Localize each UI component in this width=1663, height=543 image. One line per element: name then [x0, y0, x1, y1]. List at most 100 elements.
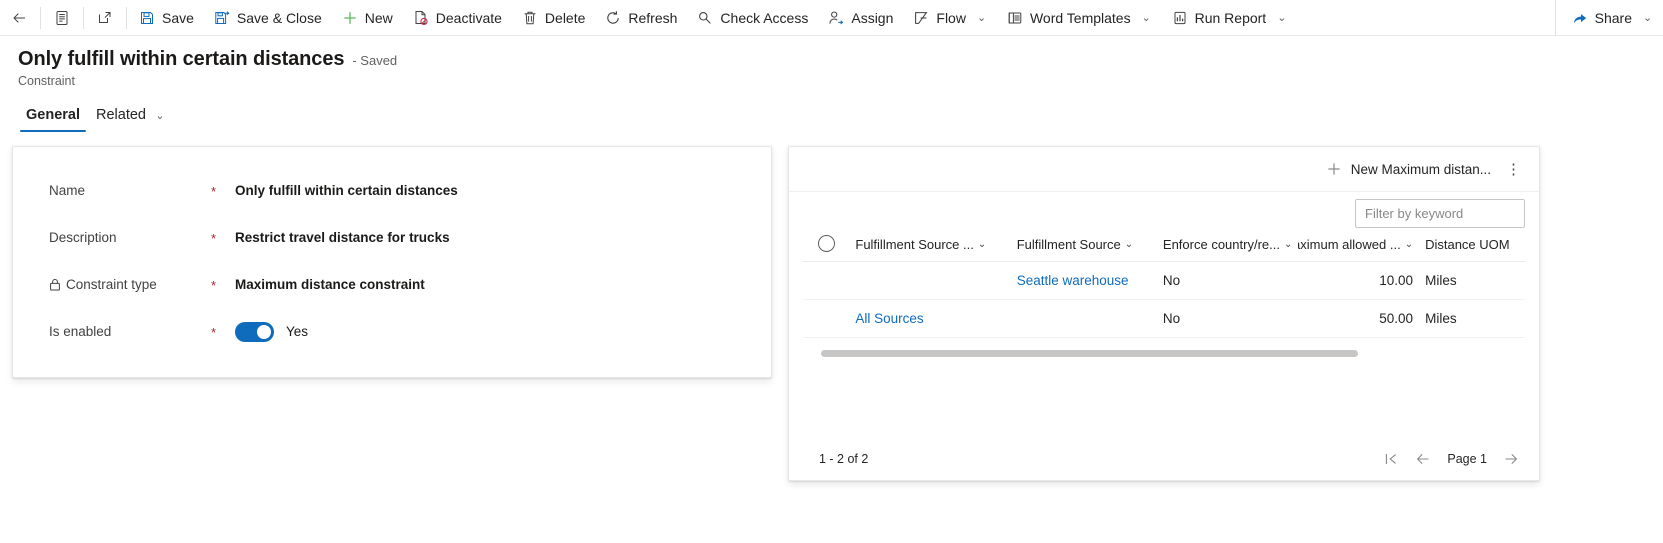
word-templates-button[interactable]: Word Templates ⌄	[997, 0, 1162, 36]
select-all-radio[interactable]	[817, 235, 835, 252]
chevron-down-icon[interactable]: ⌄	[1639, 11, 1653, 24]
column-header-label: Fulfillment Source ...	[855, 237, 974, 252]
filter-placeholder-text: Filter by keyword	[1365, 206, 1464, 221]
column-header-distance-uom[interactable]: Distance UOM	[1419, 235, 1525, 262]
fulfillment-source-link[interactable]: Seattle warehouse	[1017, 273, 1129, 288]
table-row[interactable]: Seattle warehouse No 10.00 Miles	[803, 261, 1525, 300]
form-tabs: General Related ⌄	[0, 100, 1663, 132]
save-close-icon	[214, 10, 230, 26]
subgrid-scroll-area: Fulfillment Source ... ⌄ Fulfillment Sou…	[789, 235, 1539, 438]
column-header-fulfillment-source-type[interactable]: Fulfillment Source ... ⌄	[849, 235, 1011, 262]
save-icon	[139, 10, 155, 26]
cell-enforce-country: No	[1156, 261, 1299, 300]
fulfillment-source-type-link[interactable]: All Sources	[855, 311, 923, 326]
record-title-row: Only fulfill within certain distances - …	[18, 48, 1663, 71]
command-divider-3	[126, 6, 127, 29]
required-indicator: *	[211, 231, 217, 246]
subgrid-table: Fulfillment Source ... ⌄ Fulfillment Sou…	[803, 235, 1525, 338]
subgrid-more-commands-button[interactable]: ⋮	[1499, 154, 1529, 184]
save-and-close-label: Save & Close	[236, 9, 322, 26]
row-select-cell[interactable]	[803, 261, 850, 300]
popout-button[interactable]	[86, 0, 124, 36]
field-value-description[interactable]: Restrict travel distance for trucks	[235, 230, 450, 245]
cell-enforce-country: No	[1156, 299, 1299, 338]
form-body: Name * Only fulfill within certain dista…	[0, 132, 1663, 481]
new-button[interactable]: New	[332, 0, 403, 36]
tab-related[interactable]: Related ⌄	[88, 107, 174, 132]
word-template-icon	[1007, 10, 1023, 26]
field-row-is-enabled: Is enabled * Yes	[13, 308, 771, 355]
subgrid-filter-row: Filter by keyword	[789, 191, 1539, 235]
command-divider-2	[83, 6, 84, 29]
form-selector-button[interactable]	[43, 0, 81, 36]
field-row-description: Description * Restrict travel distance f…	[13, 214, 771, 261]
required-indicator: *	[211, 325, 217, 340]
next-page-icon[interactable]	[1503, 451, 1519, 467]
toggle-knob	[257, 324, 271, 339]
chevron-down-icon[interactable]: ⌄	[1284, 239, 1292, 250]
column-header-label: Distance UOM	[1425, 237, 1510, 252]
deactivate-button[interactable]: Deactivate	[403, 0, 512, 36]
first-page-icon[interactable]	[1383, 451, 1399, 467]
back-button[interactable]	[0, 0, 38, 36]
table-row[interactable]: All Sources No 50.00 Miles	[803, 299, 1525, 338]
chevron-down-icon[interactable]: ⌄	[1405, 239, 1413, 250]
pagination-controls: Page 1	[1383, 451, 1519, 467]
tab-general[interactable]: General	[18, 107, 88, 132]
horizontal-scrollbar[interactable]	[803, 350, 1525, 357]
column-header-fulfillment-source[interactable]: Fulfillment Source ⌄	[1010, 235, 1157, 262]
flow-button[interactable]: Flow ⌄	[903, 0, 997, 36]
cell-distance-uom: Miles	[1419, 261, 1525, 300]
column-header-maximum-allowed[interactable]: Maximum allowed ... ⌄	[1298, 235, 1420, 262]
share-group: Share ⌄	[1554, 0, 1663, 36]
save-button[interactable]: Save	[129, 0, 204, 36]
is-enabled-toggle-wrap: Yes	[235, 321, 308, 342]
new-maximum-distance-button[interactable]: New Maximum distan...	[1318, 153, 1499, 185]
command-button-group: Save Save & Close New Deactivate Delete …	[129, 0, 1297, 36]
refresh-button[interactable]: Refresh	[595, 0, 687, 36]
column-header-label: Enforce country/re...	[1162, 237, 1280, 252]
run-report-button[interactable]: Run Report ⌄	[1162, 0, 1298, 36]
cell-fulfillment-source: Seattle warehouse	[1010, 261, 1157, 300]
column-header-label: Fulfillment Source	[1016, 237, 1121, 252]
chevron-down-icon[interactable]: ⌄	[1138, 11, 1152, 24]
save-label: Save	[162, 9, 194, 26]
plus-icon	[342, 10, 358, 26]
field-row-name: Name * Only fulfill within certain dista…	[13, 167, 771, 214]
new-maximum-distance-label: New Maximum distan...	[1350, 161, 1491, 177]
delete-label: Delete	[544, 9, 586, 26]
assign-icon	[828, 10, 844, 26]
command-bar: Save Save & Close New Deactivate Delete …	[0, 0, 1663, 36]
record-header: Only fulfill within certain distances - …	[0, 36, 1663, 88]
new-label: New	[364, 9, 393, 26]
save-and-close-button[interactable]: Save & Close	[204, 0, 332, 36]
assign-button[interactable]: Assign	[818, 0, 903, 36]
check-access-button[interactable]: Check Access	[687, 0, 818, 36]
row-select-cell[interactable]	[803, 299, 850, 338]
previous-page-icon[interactable]	[1415, 451, 1431, 467]
chevron-down-icon[interactable]: ⌄	[978, 239, 986, 250]
share-button[interactable]: Share ⌄	[1562, 0, 1663, 36]
is-enabled-toggle[interactable]	[235, 321, 274, 342]
horizontal-scrollbar-thumb[interactable]	[821, 350, 1358, 357]
field-label-constraint-type-text: Constraint type	[66, 277, 157, 292]
delete-button[interactable]: Delete	[512, 0, 595, 36]
flow-label: Flow	[936, 9, 966, 26]
chevron-down-icon[interactable]: ⌄	[973, 11, 987, 24]
filter-by-keyword-input[interactable]: Filter by keyword	[1355, 199, 1525, 228]
chevron-down-icon[interactable]: ⌄	[1125, 239, 1133, 250]
table-header-row: Fulfillment Source ... ⌄ Fulfillment Sou…	[803, 235, 1525, 262]
report-icon	[1172, 10, 1188, 26]
select-all-header[interactable]	[803, 235, 850, 262]
cell-maximum-allowed: 10.00	[1298, 261, 1420, 300]
required-indicator: *	[211, 278, 217, 293]
field-label-description-text: Description	[49, 230, 117, 245]
field-label-is-enabled-text: Is enabled	[49, 324, 112, 339]
chevron-down-icon[interactable]: ⌄	[1273, 11, 1287, 24]
lock-icon	[49, 278, 61, 291]
column-header-enforce-country[interactable]: Enforce country/re... ⌄	[1156, 235, 1299, 262]
field-value-name[interactable]: Only fulfill within certain distances	[235, 183, 458, 198]
chevron-down-icon[interactable]: ⌄	[152, 109, 166, 122]
field-label-name-text: Name	[49, 183, 86, 198]
subgrid-command-bar: New Maximum distan... ⋮	[789, 147, 1539, 191]
